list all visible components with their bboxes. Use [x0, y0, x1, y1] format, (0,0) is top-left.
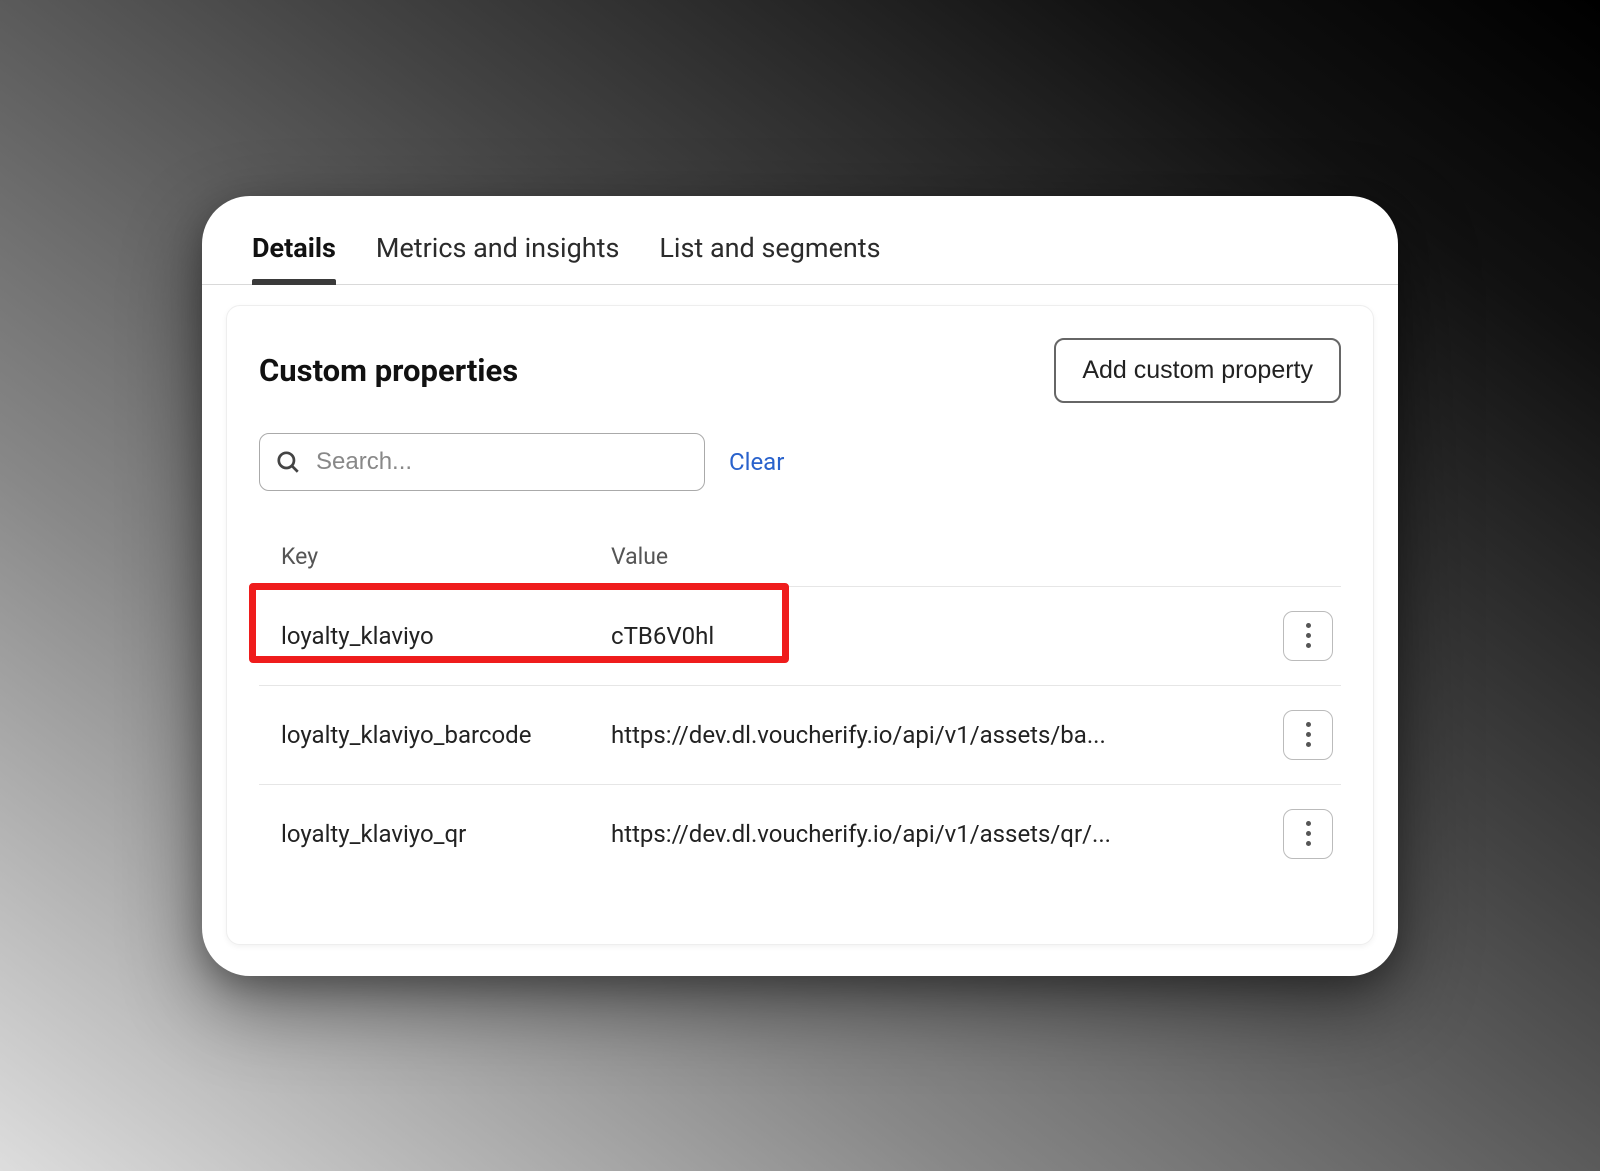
search-wrap	[259, 433, 705, 491]
cell-key: loyalty_klaviyo_qr	[281, 820, 611, 848]
clear-link[interactable]: Clear	[729, 448, 784, 476]
cell-value: cTB6V0hl	[611, 622, 1283, 650]
col-header-value: Value	[611, 543, 1319, 570]
row-menu-button[interactable]	[1283, 710, 1333, 760]
search-input[interactable]	[259, 433, 705, 491]
add-custom-property-button[interactable]: Add custom property	[1054, 338, 1341, 403]
col-header-key: Key	[281, 543, 611, 570]
tab-details[interactable]: Details	[252, 232, 336, 284]
cell-value: https://dev.dl.voucherify.io/api/v1/asse…	[611, 721, 1283, 749]
panel-title: Custom properties	[259, 352, 518, 389]
table-row[interactable]: loyalty_klaviyo_barcode https://dev.dl.v…	[259, 686, 1341, 785]
panel-header: Custom properties Add custom property	[259, 338, 1341, 403]
tabs: Details Metrics and insights List and se…	[202, 196, 1398, 285]
kebab-icon	[1306, 722, 1311, 747]
tab-segments[interactable]: List and segments	[659, 232, 880, 284]
kebab-icon	[1306, 623, 1311, 648]
row-menu-button[interactable]	[1283, 809, 1333, 859]
table-header: Key Value	[259, 527, 1341, 587]
row-menu-button[interactable]	[1283, 611, 1333, 661]
table-row[interactable]: loyalty_klaviyo_qr https://dev.dl.vouche…	[259, 785, 1341, 883]
custom-properties-panel: Custom properties Add custom property Cl…	[226, 305, 1374, 945]
tab-metrics[interactable]: Metrics and insights	[376, 232, 620, 284]
search-icon	[275, 449, 301, 475]
cell-key: loyalty_klaviyo_barcode	[281, 721, 611, 749]
table-row[interactable]: loyalty_klaviyo cTB6V0hl	[259, 587, 1341, 686]
cell-key: loyalty_klaviyo	[281, 622, 611, 650]
kebab-icon	[1306, 821, 1311, 846]
app-card: Details Metrics and insights List and se…	[202, 196, 1398, 976]
search-row: Clear	[259, 433, 1341, 491]
cell-value: https://dev.dl.voucherify.io/api/v1/asse…	[611, 820, 1283, 848]
